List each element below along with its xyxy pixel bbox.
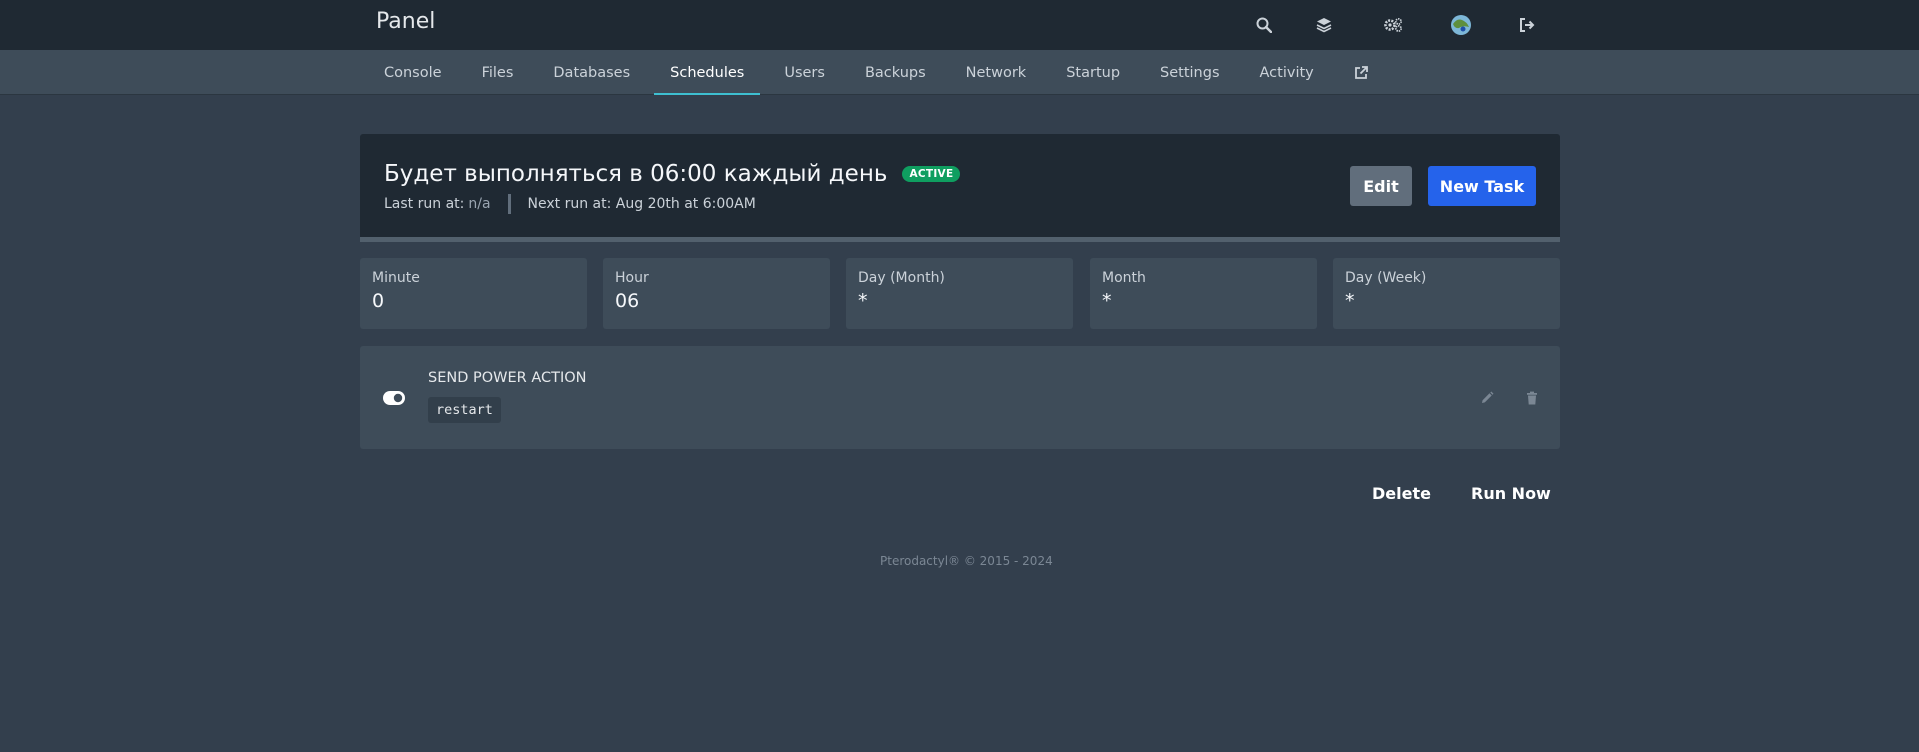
tab-files[interactable]: Files bbox=[466, 50, 530, 95]
pencil-icon[interactable] bbox=[1476, 387, 1498, 409]
schedule-header: Будет выполняться в 06:00 каждый день AC… bbox=[360, 134, 1560, 242]
cron-month: Month * bbox=[1090, 258, 1317, 329]
new-task-button[interactable]: New Task bbox=[1428, 166, 1536, 206]
schedule-title: Будет выполняться в 06:00 каждый день bbox=[384, 161, 888, 187]
tab-schedules[interactable]: Schedules bbox=[654, 50, 761, 95]
last-run-label: Last run at: bbox=[384, 196, 465, 212]
cron-label: Day (Week) bbox=[1345, 270, 1427, 286]
tab-activity[interactable]: Activity bbox=[1244, 50, 1330, 95]
server-subnav: Console Files Databases Schedules Users … bbox=[0, 50, 1919, 95]
task-row: SEND POWER ACTION restart bbox=[360, 346, 1560, 449]
cron-value: * bbox=[1345, 290, 1355, 312]
toggle-on-icon bbox=[383, 390, 405, 409]
cron-label: Hour bbox=[615, 270, 649, 286]
status-badge: ACTIVE bbox=[902, 166, 961, 182]
tab-databases[interactable]: Databases bbox=[537, 50, 646, 95]
top-bar: Panel bbox=[0, 0, 1919, 50]
layers-icon[interactable] bbox=[1311, 12, 1337, 38]
footer-copyright[interactable]: Pterodactyl® © 2015 - 2024 bbox=[880, 554, 1053, 568]
cron-value: 0 bbox=[372, 290, 385, 312]
cron-label: Day (Month) bbox=[858, 270, 945, 286]
task-title: SEND POWER ACTION bbox=[428, 370, 587, 386]
cron-value: * bbox=[1102, 290, 1112, 312]
cron-label: Minute bbox=[372, 270, 420, 286]
next-run: Next run at: Aug 20th at 6:00AM bbox=[527, 196, 756, 212]
last-run-value: n/a bbox=[468, 196, 491, 212]
delete-button[interactable]: Delete bbox=[1372, 484, 1431, 503]
task-payload: restart bbox=[428, 397, 501, 423]
cron-value: * bbox=[858, 290, 868, 312]
tab-settings[interactable]: Settings bbox=[1144, 50, 1235, 95]
cron-value: 06 bbox=[615, 290, 640, 312]
external-link-icon[interactable] bbox=[1338, 50, 1384, 95]
cron-day-week: Day (Week) * bbox=[1333, 258, 1560, 329]
tab-backups[interactable]: Backups bbox=[849, 50, 942, 95]
cron-hour: Hour 06 bbox=[603, 258, 830, 329]
tab-network[interactable]: Network bbox=[950, 50, 1043, 95]
run-now-button[interactable]: Run Now bbox=[1471, 484, 1551, 503]
tab-users[interactable]: Users bbox=[768, 50, 841, 95]
sign-out-icon[interactable] bbox=[1514, 12, 1540, 38]
edit-button[interactable]: Edit bbox=[1350, 166, 1412, 206]
cogs-icon[interactable] bbox=[1380, 12, 1406, 38]
avatar[interactable] bbox=[1448, 12, 1474, 38]
cron-label: Month bbox=[1102, 270, 1146, 286]
trash-icon[interactable] bbox=[1521, 387, 1543, 409]
search-icon[interactable] bbox=[1251, 12, 1277, 38]
cron-minute: Minute 0 bbox=[360, 258, 587, 329]
cron-day-month: Day (Month) * bbox=[846, 258, 1073, 329]
meta-divider bbox=[507, 194, 511, 214]
tab-startup[interactable]: Startup bbox=[1050, 50, 1136, 95]
tab-console[interactable]: Console bbox=[368, 50, 458, 95]
